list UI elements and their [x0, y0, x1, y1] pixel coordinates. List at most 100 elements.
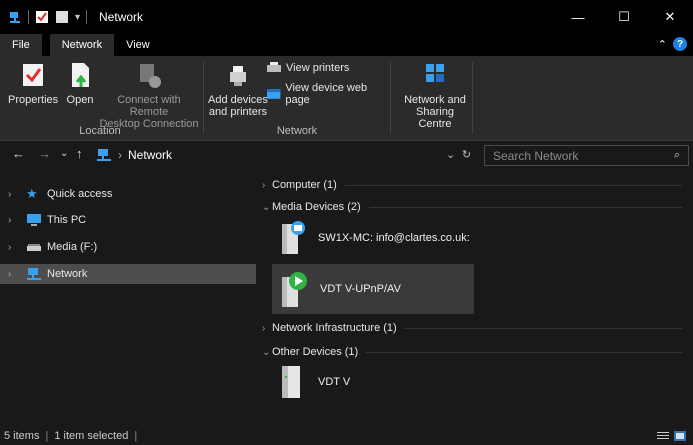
nav-label: Quick access: [47, 188, 113, 200]
search-icon[interactable]: ⌕: [674, 149, 680, 162]
address-dropdown-icon[interactable]: ⌄: [446, 148, 455, 161]
group-divider: [344, 184, 682, 186]
tab-file[interactable]: File: [0, 34, 42, 56]
media-device-icon: [282, 221, 305, 254]
group-divider: [366, 351, 682, 353]
breadcrumb-network[interactable]: Network: [128, 148, 172, 162]
maximize-button[interactable]: ☐: [601, 0, 647, 34]
connect-label-1: Connect with Remote: [117, 94, 181, 118]
network-icon: [97, 149, 111, 161]
open-button[interactable]: Open: [66, 60, 94, 106]
expand-chevron-icon[interactable]: ›: [8, 189, 22, 200]
network-sharing-icon: [426, 64, 444, 82]
group-header-network-infrastructure[interactable]: › Network Infrastructure (1): [262, 320, 682, 336]
expand-chevron-icon[interactable]: ›: [8, 269, 22, 280]
breadcrumb-chevron-icon: ›: [118, 148, 122, 162]
nav-label: Network: [47, 268, 88, 280]
tiles-view-icon[interactable]: [673, 430, 687, 442]
view-printers-label: View printers: [286, 62, 350, 74]
tab-view[interactable]: View: [114, 34, 162, 56]
network-sharing-label-1: Network and: [404, 94, 466, 106]
group-divider: [368, 206, 682, 208]
media-device-icon: [282, 272, 307, 307]
sharing-group: Network and Sharing Centre: [391, 56, 471, 141]
status-bar: 5 items | 1 item selected |: [0, 427, 693, 445]
navigation-pane: › ★ Quick access › This PC › Media (F:) …: [0, 170, 256, 427]
network-sharing-label-2: Sharing Centre: [416, 106, 454, 130]
properties-label: Properties: [8, 94, 59, 106]
address-field[interactable]: › Network: [96, 145, 476, 165]
network-icon: [10, 12, 20, 23]
expanded-chevron-icon: ⌄: [262, 201, 271, 213]
expand-chevron-icon[interactable]: ›: [8, 242, 22, 253]
network-group: Add devices and printers View printers V…: [204, 56, 390, 141]
properties-icon: [23, 64, 44, 86]
collapsed-chevron-icon: ›: [262, 322, 266, 334]
view-printers-button[interactable]: View printers: [266, 62, 349, 74]
nav-item-this-pc[interactable]: › This PC: [0, 210, 256, 230]
add-devices-button[interactable]: Add devices and printers: [208, 60, 268, 118]
network-sharing-centre-button[interactable]: Network and Sharing Centre: [399, 60, 471, 130]
window-title: Network: [99, 10, 144, 24]
list-item-vdt-v[interactable]: VDT V: [276, 360, 476, 404]
group-divider: [404, 327, 682, 329]
refresh-icon[interactable]: ↻: [462, 148, 471, 161]
group-header-media-devices[interactable]: ⌄ Media Devices (2): [262, 199, 682, 215]
list-item-vdt-v-upnp[interactable]: VDT V-UPnP/AV: [272, 264, 474, 314]
title-bar: ▾ Network — ☐ ✕: [0, 0, 693, 34]
nav-item-quick-access[interactable]: › ★ Quick access: [0, 184, 256, 204]
toolbar-separator: [28, 10, 29, 24]
close-button[interactable]: ✕: [647, 0, 693, 34]
group-header-other-devices[interactable]: ⌄ Other Devices (1): [262, 344, 682, 360]
open-icon: [72, 63, 89, 87]
star-icon: ★: [26, 186, 38, 201]
toolbar-separator: [86, 10, 88, 24]
expanded-chevron-icon: ⌄: [262, 346, 271, 358]
network-group-label: Network: [276, 125, 318, 137]
nav-item-media-drive[interactable]: › Media (F:): [0, 237, 256, 257]
view-device-web-page-label: View device web page: [285, 82, 368, 106]
item-label: VDT V-UPnP/AV: [320, 283, 401, 295]
group-label: Media Devices (2): [272, 201, 361, 213]
tab-network[interactable]: Network: [49, 34, 115, 56]
group-header-computer[interactable]: › Computer (1): [262, 177, 682, 193]
forward-arrow-icon[interactable]: →: [38, 146, 51, 161]
remote-desktop-icon: [140, 64, 161, 88]
item-label: VDT V: [318, 376, 351, 388]
search-placeholder: Search Network: [493, 148, 579, 163]
view-device-web-page-button[interactable]: View device web page: [266, 82, 390, 106]
search-input[interactable]: Search Network ⌕: [484, 145, 689, 166]
connect-remote-desktop-button[interactable]: Connect with Remote Desktop Connection: [98, 60, 200, 130]
group-label: Network Infrastructure (1): [272, 322, 397, 334]
status-separator: |: [45, 430, 49, 442]
drive-icon: [27, 244, 41, 251]
help-icon[interactable]: ?: [673, 37, 687, 51]
group-label: Computer (1): [272, 179, 337, 191]
address-bar: ← → ⌄ ↑ › Network ⌄ ↻ Search Network ⌕: [0, 142, 693, 168]
properties-icon[interactable]: [35, 10, 49, 24]
collapsed-chevron-icon: ›: [262, 179, 266, 191]
content-pane: › Computer (1) ⌄ Media Devices (2) SW1X-…: [256, 170, 693, 427]
nav-label: This PC: [47, 214, 87, 226]
group-label: Other Devices (1): [272, 346, 359, 358]
new-folder-icon[interactable]: [55, 10, 69, 24]
nav-item-network[interactable]: › Network: [0, 264, 256, 284]
printers-icon: [267, 62, 281, 72]
open-label: Open: [66, 94, 94, 106]
nav-label: Media (F:): [47, 241, 98, 253]
minimize-button[interactable]: —: [555, 0, 601, 34]
collapse-ribbon-icon[interactable]: ⌃: [658, 38, 667, 51]
computer-icon: [27, 214, 41, 226]
customize-toolbar-icon[interactable]: ▾: [75, 12, 80, 23]
properties-button[interactable]: Properties: [8, 60, 58, 106]
add-devices-label-2: and printers: [208, 106, 268, 118]
list-item-sw1x-mc[interactable]: SW1X-MC: info@clartes.co.uk:: [276, 216, 486, 260]
ribbon-tabs: File Network View ⌃ ?: [0, 34, 693, 56]
details-view-icon[interactable]: [656, 430, 670, 442]
expand-chevron-icon[interactable]: ›: [8, 215, 22, 226]
up-arrow-icon[interactable]: ↑: [76, 146, 83, 161]
back-arrow-icon[interactable]: ←: [12, 146, 25, 161]
group-divider: [472, 62, 473, 134]
item-count: 5 items: [4, 430, 40, 442]
recent-locations-icon[interactable]: ⌄: [60, 148, 68, 159]
